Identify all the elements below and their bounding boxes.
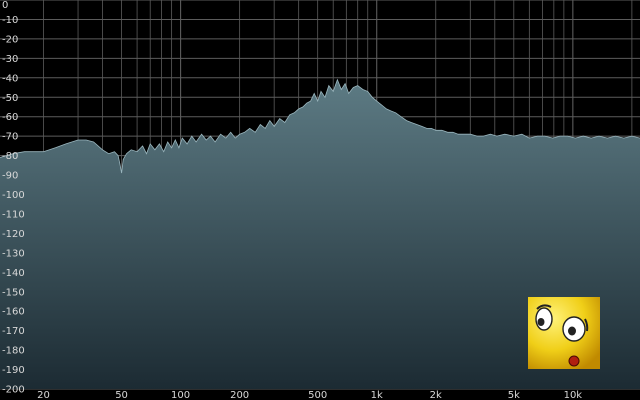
y-tick-label: -50 [2,93,18,104]
y-tick-label: -110 [2,209,25,220]
surprised-face-icon [528,297,600,369]
y-tick-label: -200 [2,385,25,396]
y-tick-label: -20 [2,34,18,45]
y-tick-label: -180 [2,346,25,357]
x-tick-label: 200 [230,390,249,400]
left-pupil [537,318,545,326]
y-tick-label: -130 [2,248,25,259]
right-pupil [568,326,576,336]
x-tick-label: 2k [430,390,442,400]
y-tick-label: -90 [2,171,18,182]
x-tick-label: 5k [508,390,520,400]
y-tick-label: -120 [2,229,25,240]
y-tick-label: -10 [2,15,18,26]
y-tick-label: -30 [2,54,18,65]
x-tick-label: 1k [371,390,383,400]
x-tick-label: 100 [171,390,190,400]
y-tick-label: -80 [2,151,18,162]
y-tick-label: -60 [2,112,18,123]
y-tick-label: -160 [2,307,25,318]
left-eye [535,307,553,331]
y-tick-label: -140 [2,268,25,279]
mouth [568,355,580,367]
y-tick-label: -100 [2,190,25,201]
y-tick-label: -170 [2,326,25,337]
x-tick-label: 50 [115,390,128,400]
y-tick-label: -40 [2,73,18,84]
x-tick-label: 20 [37,390,50,400]
spectrum-analyzer: 0 -10 -20 -30 -40 -50 -60 -70 -80 -90 -100 -110 -120… [0,0,640,400]
x-tick-label: 500 [308,390,327,400]
x-tick-label: 10k [564,390,583,400]
y-tick-label: 0 [2,0,8,11]
y-tick-label: -70 [2,132,18,143]
y-tick-label: -150 [2,287,25,298]
y-tick-label: -190 [2,365,25,376]
